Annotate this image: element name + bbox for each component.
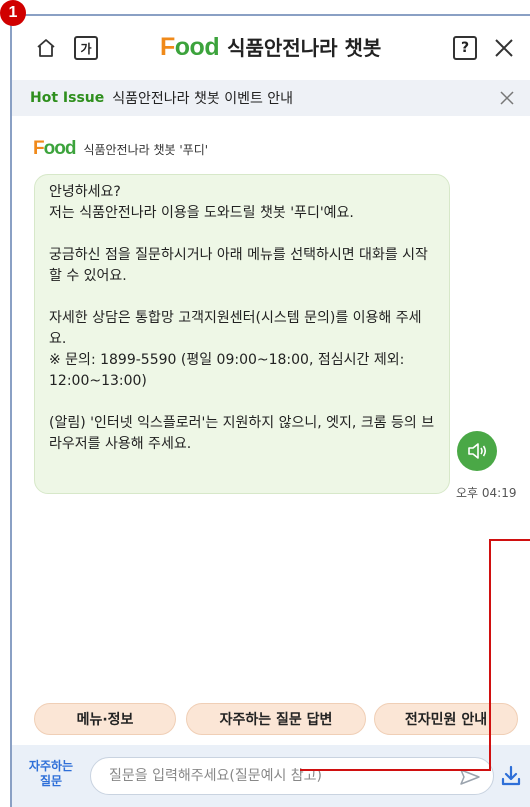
send-icon[interactable]	[458, 765, 482, 789]
close-icon[interactable]	[498, 89, 516, 107]
question-input[interactable]	[90, 757, 494, 795]
message-paragraph: 자세한 상담은 통합망 고객지원센터(시스템 문의)를 이용해 주세요. ※ 문…	[49, 310, 422, 389]
bot-name: 식품안전나라 챗봇 '푸디'	[83, 142, 209, 157]
help-button[interactable]: ?	[453, 36, 477, 60]
quick-civil-petition-button[interactable]: 전자민원 안내	[374, 703, 518, 735]
faq-label-line: 질문	[39, 774, 63, 788]
chatbot-title: 식품안전나라 챗봇	[227, 36, 382, 60]
hot-issue-label: Hot Issue	[30, 90, 105, 106]
chatbot-brand: Food 식품안전나라 챗봇	[160, 32, 381, 62]
food-logo: Food	[33, 138, 76, 159]
message-paragraph: 궁금하신 점을 질문하시거나 아래 메뉴를 선택하시면 대화를 시작할 수 있어…	[49, 247, 428, 284]
font-size-button[interactable]: 가	[74, 36, 98, 60]
faq-label-line: 자주하는	[28, 759, 74, 773]
quick-menu-info-button[interactable]: 메뉴·정보	[34, 703, 176, 735]
annotation-marker: 1	[0, 0, 26, 26]
quick-faq-button[interactable]: 자주하는 질문 답변	[186, 703, 366, 735]
speaker-icon[interactable]	[457, 431, 497, 471]
hot-issue-text[interactable]: 식품안전나라 챗봇 이벤트 안내	[112, 88, 293, 108]
message-timestamp: 오후 04:19	[456, 486, 517, 500]
hot-issue-banner[interactable]: Hot Issue 식품안전나라 챗봇 이벤트 안내	[12, 80, 530, 116]
close-icon[interactable]	[492, 36, 516, 60]
message-paragraph: 안녕하세요? 저는 식품안전나라 이용을 도와드릴 챗봇 '푸디'예요.	[49, 184, 354, 221]
food-logo: Food	[160, 33, 220, 61]
faq-link[interactable]: 자주하는 질문	[26, 759, 76, 789]
bot-identity: Food 식품안전나라 챗봇 '푸디'	[33, 138, 208, 160]
home-icon[interactable]	[34, 36, 58, 60]
chatbot-header: 가 Food 식품안전나라 챗봇 ?	[12, 16, 530, 78]
input-bar: 자주하는 질문	[12, 745, 530, 807]
bot-message-bubble: 안녕하세요? 저는 식품안전나라 이용을 도와드릴 챗봇 '푸디'예요. 궁금하…	[34, 174, 450, 494]
download-icon[interactable]	[498, 763, 524, 789]
message-paragraph: (알림) '인터넷 익스플로러'는 지원하지 않으니, 엣지, 크롬 등의 브라…	[49, 415, 435, 452]
